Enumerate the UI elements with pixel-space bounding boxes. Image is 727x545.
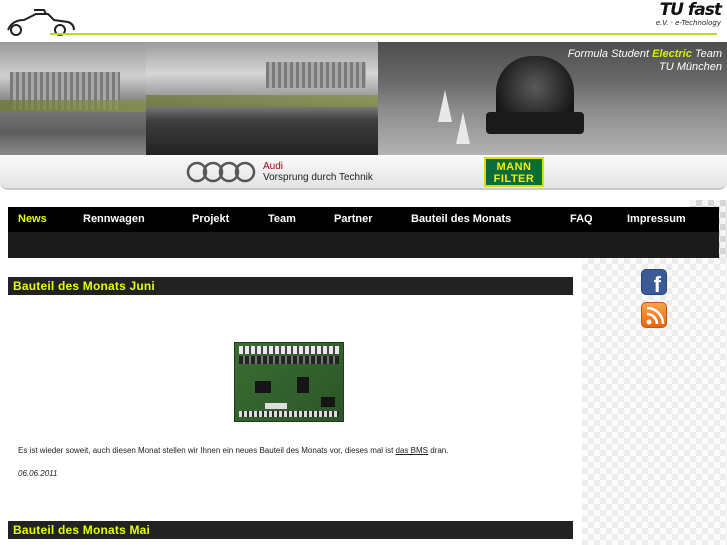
tufast-logo-ev: e.V. · e-Technology xyxy=(655,19,721,27)
nav-item-impressum[interactable]: Impressum xyxy=(617,207,719,232)
rss-icon[interactable] xyxy=(641,302,667,328)
nav-item-partner[interactable]: Partner xyxy=(324,207,401,232)
facebook-icon[interactable]: f xyxy=(641,269,667,295)
nav-container: News Rennwagen Projekt Team Partner Baut… xyxy=(8,207,719,258)
main-nav: News Rennwagen Projekt Team Partner Baut… xyxy=(8,207,719,232)
nav-item-projekt[interactable]: Projekt xyxy=(182,207,258,232)
banner-title: Formula Student Electric Team TU München xyxy=(567,48,722,73)
nav-item-news[interactable]: News xyxy=(8,207,73,232)
banner-photo-grandstand xyxy=(0,42,146,155)
nav-item-rennwagen[interactable]: Rennwagen xyxy=(73,207,182,232)
post-paragraph: Es ist wieder soweit, auch diesen Monat … xyxy=(18,446,449,455)
nav-item-bauteil-des-monats[interactable]: Bauteil des Monats xyxy=(401,207,560,232)
post-title[interactable]: Bauteil des Monats Mai xyxy=(8,521,573,539)
nav-item-team[interactable]: Team xyxy=(258,207,324,232)
sponsor-bar: Audi Vorsprung durch Technik MANN FILTER xyxy=(0,155,727,190)
header: TU fast e.V. · e-Technology xyxy=(0,0,727,42)
grandstand xyxy=(266,62,366,88)
mann-filter-logo[interactable]: MANN FILTER xyxy=(484,157,544,187)
tufast-logo[interactable]: TU fast e.V. · e-Technology xyxy=(641,0,722,40)
audi-slogan[interactable]: Audi Vorsprung durch Technik xyxy=(263,161,373,183)
post-date: 06.06.2011 xyxy=(18,469,58,478)
bms-board-image[interactable] xyxy=(220,336,364,430)
audi-logo-icon[interactable] xyxy=(186,161,256,183)
banner-photo-racecar: Formula Student Electric Team TU München xyxy=(378,42,727,155)
banner-photo-track xyxy=(146,42,378,155)
header-accent-line xyxy=(50,33,717,35)
tufast-logo-text: TU fast xyxy=(659,0,722,20)
cone-icon xyxy=(456,112,470,144)
header-banner: Formula Student Electric Team TU München xyxy=(0,42,727,155)
bms-link[interactable]: das BMS xyxy=(396,446,428,455)
post-title[interactable]: Bauteil des Monats Juni xyxy=(8,277,573,295)
nav-item-faq[interactable]: FAQ xyxy=(560,207,617,232)
race-car-logo[interactable] xyxy=(4,6,76,36)
racecar-image xyxy=(486,56,584,134)
cone-icon xyxy=(438,90,452,122)
